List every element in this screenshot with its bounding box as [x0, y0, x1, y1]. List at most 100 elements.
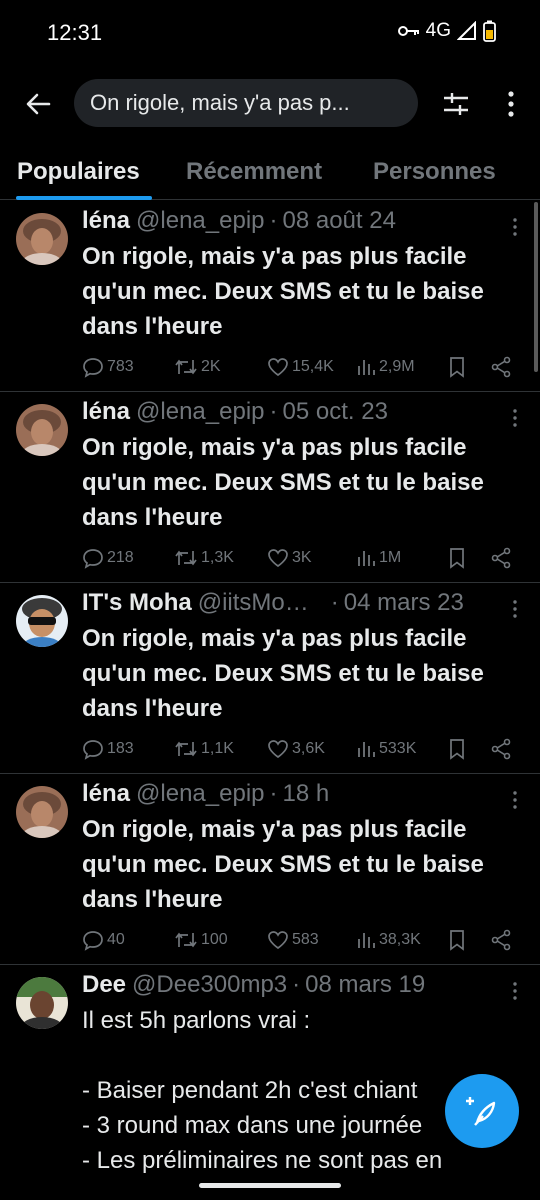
tweet-date: 05 oct. 23: [282, 398, 388, 425]
tweet-header: léna @lena_epip · 05 oct. 23: [82, 398, 500, 426]
tab-recemment[interactable]: Récemment: [186, 158, 322, 186]
views-icon: [358, 551, 375, 566]
tweet-text: On rigole, mais y'a pas plus facile qu'u…: [82, 625, 484, 722]
tweet[interactable]: léna @lena_epip · 18 h On rigole, mais y…: [0, 774, 540, 965]
tweet[interactable]: léna @lena_epip · 08 août 24 On rigole, …: [0, 201, 540, 392]
like-button[interactable]: 3,6K: [267, 735, 325, 763]
tweet[interactable]: léna @lena_epip · 05 oct. 23 On rigole, …: [0, 392, 540, 583]
share-icon[interactable]: [490, 356, 512, 378]
separator: ·: [330, 589, 339, 616]
views-icon: [358, 742, 375, 757]
author-name[interactable]: Dee: [82, 971, 126, 999]
tweet-date: 18 h: [282, 780, 330, 807]
search-input[interactable]: On rigole, mais y'a pas p...: [74, 79, 418, 127]
more-options-button[interactable]: [500, 89, 522, 119]
avatar[interactable]: [16, 786, 68, 838]
tweet-date: 04 mars 23: [343, 589, 464, 616]
repost-icon: [175, 550, 197, 566]
like-button[interactable]: 15,4K: [267, 353, 334, 381]
share-icon[interactable]: [490, 738, 512, 760]
tweet-menu-icon[interactable]: [512, 408, 518, 428]
repost-button[interactable]: 2K: [174, 353, 221, 381]
repost-button[interactable]: 1,3K: [174, 544, 234, 572]
author-name[interactable]: IT's Moha: [82, 589, 192, 617]
like-button[interactable]: 583: [267, 926, 319, 954]
reply-button[interactable]: 40: [82, 926, 125, 954]
views-button[interactable]: 38,3K: [356, 926, 421, 954]
repost-icon: [175, 741, 197, 757]
tweet-date: 08 mars 19: [305, 971, 426, 998]
views-count: 533K: [379, 740, 417, 757]
tweet[interactable]: IT's Moha @iitsMo… · 04 mars 23 On rigol…: [0, 583, 540, 774]
tweet-text: On rigole, mais y'a pas plus facile qu'u…: [82, 434, 484, 531]
compose-button[interactable]: [445, 1074, 519, 1148]
avatar[interactable]: [16, 213, 68, 265]
tweet-menu-icon[interactable]: [512, 217, 518, 237]
bookmark-icon[interactable]: [448, 547, 466, 569]
author-name[interactable]: léna: [82, 780, 130, 808]
reply-icon: [83, 931, 103, 951]
bookmark-icon[interactable]: [448, 738, 466, 760]
network-label: 4G: [425, 20, 451, 41]
share-icon[interactable]: [490, 929, 512, 951]
bookmark-icon[interactable]: [448, 356, 466, 378]
reply-count: 783: [107, 358, 134, 375]
reply-count: 183: [107, 740, 134, 757]
tweet-line: [82, 1038, 522, 1073]
filter-button[interactable]: [441, 89, 471, 119]
tweet-header: Dee @Dee300mp3 · 08 mars 19: [82, 971, 500, 999]
tweet-menu-icon[interactable]: [512, 599, 518, 619]
tab-populaires[interactable]: Populaires: [17, 158, 140, 186]
author-handle[interactable]: @lena_epip: [136, 780, 264, 808]
views-count: 1M: [379, 549, 402, 566]
author-handle[interactable]: @iitsMo…: [198, 589, 309, 617]
reply-count: 40: [107, 931, 125, 948]
like-count: 3K: [292, 549, 312, 566]
author-handle[interactable]: @lena_epip: [136, 398, 264, 426]
author-handle[interactable]: @Dee300mp3: [132, 971, 287, 999]
author-name[interactable]: léna: [82, 398, 130, 426]
tweet-actions: 183 1,1K 3,6K 533K: [82, 735, 522, 763]
reply-count: 218: [107, 549, 134, 566]
avatar[interactable]: [16, 977, 68, 1029]
author-handle[interactable]: @lena_epip: [136, 207, 264, 235]
reply-button[interactable]: 218: [82, 544, 134, 572]
like-button[interactable]: 3K: [267, 544, 312, 572]
separator: ·: [269, 207, 278, 234]
repost-count: 1,3K: [201, 549, 234, 566]
status-bar: 12:31 4G: [0, 0, 540, 66]
share-icon[interactable]: [490, 547, 512, 569]
tweet-actions: 218 1,3K 3K 1M: [82, 544, 522, 572]
search-tabs: Populaires Récemment Personnes: [0, 150, 540, 200]
author-name[interactable]: léna: [82, 207, 130, 235]
views-button[interactable]: 2,9M: [356, 353, 415, 381]
repost-button[interactable]: 100: [174, 926, 228, 954]
status-time: 12:31: [47, 20, 103, 45]
tweet-menu-icon[interactable]: [512, 790, 518, 810]
tab-personnes[interactable]: Personnes: [373, 158, 496, 186]
views-button[interactable]: 1M: [356, 544, 401, 572]
avatar[interactable]: [16, 595, 68, 647]
bookmark-icon[interactable]: [448, 929, 466, 951]
repost-count: 2K: [201, 358, 221, 375]
reply-icon: [83, 549, 103, 569]
like-count: 15,4K: [292, 358, 334, 375]
tweet-menu-icon[interactable]: [512, 981, 518, 1001]
tweet-actions: 40 100 583 38,3K: [82, 926, 522, 954]
tweet-header: IT's Moha @iitsMo… · 04 mars 23: [82, 589, 500, 617]
reply-button[interactable]: 783: [82, 353, 134, 381]
key-icon: [397, 26, 419, 36]
views-button[interactable]: 533K: [356, 735, 416, 763]
avatar[interactable]: [16, 404, 68, 456]
views-icon: [358, 360, 375, 375]
home-indicator[interactable]: [199, 1183, 341, 1188]
back-button[interactable]: [22, 88, 54, 120]
tweet-header: léna @lena_epip · 18 h: [82, 780, 500, 808]
repost-button[interactable]: 1,1K: [174, 735, 234, 763]
tweet-actions: 783 2K 15,4K 2,9M: [82, 353, 522, 381]
reply-button[interactable]: 183: [82, 735, 134, 763]
more-vertical-icon: [508, 91, 514, 117]
tweet-text: On rigole, mais y'a pas plus facile qu'u…: [82, 243, 484, 340]
reply-icon: [83, 740, 103, 760]
heart-icon: [268, 740, 288, 759]
